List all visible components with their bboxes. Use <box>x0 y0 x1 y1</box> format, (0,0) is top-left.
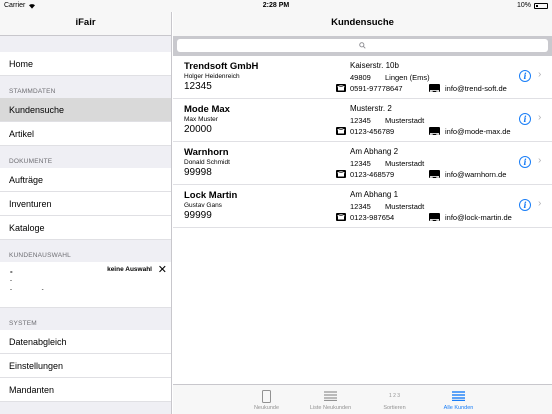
menu-item-inventuren[interactable]: Inventuren <box>0 192 171 216</box>
customer-contact: Max Muster <box>184 116 218 123</box>
customer-zip: 12345 <box>350 159 371 168</box>
customer-number: 99998 <box>184 167 212 178</box>
customer-row[interactable]: Trendsoft GmbH Holger Heidenreich 12345 Kai… <box>173 56 552 99</box>
customer-contact: Holger Heidenreich <box>184 73 240 80</box>
customer-street: Musterstr. 2 <box>350 104 392 113</box>
customer-row[interactable]: Lock Martin Gustav Gans 99999 Am Abhang 1 12… <box>173 185 552 228</box>
list-icon <box>323 389 339 403</box>
document-icon <box>259 389 275 403</box>
chevron-right-icon[interactable]: › <box>538 155 541 166</box>
menu-item-artikel[interactable]: Artikel <box>0 122 171 146</box>
customer-email[interactable]: info@mode-max.de <box>445 127 511 136</box>
no-selection-label: keine Auswahl <box>107 266 152 273</box>
menu-item-kataloge[interactable]: Kataloge <box>0 216 171 240</box>
menu-item-einstellungen[interactable]: Einstellungen <box>0 354 171 378</box>
menu-item-datenabgleich[interactable]: Datenabgleich <box>0 330 171 354</box>
phone-icon <box>336 170 346 178</box>
master-title: iFair <box>0 12 171 36</box>
tab-bar: Neukunde Liste Neukunden 1 2 3 Sortieren… <box>173 384 552 414</box>
battery-percent: 10% <box>516 2 531 9</box>
tab-label: Alle Kunden <box>443 405 474 411</box>
menu-item-auftraege[interactable]: Aufträge <box>0 168 171 192</box>
master-pane: iFair Home STAMMDATEN Kundensuche Artike… <box>0 12 172 414</box>
customer-email[interactable]: info@warnhorn.de <box>445 170 506 179</box>
customer-row[interactable]: Warnhorn Donald Schmidt 99998 Am Abhang 2 12… <box>173 142 552 185</box>
phone-icon <box>336 213 346 221</box>
tab-liste-neukunden[interactable]: Liste Neukunden <box>299 385 363 414</box>
status-bar: Carrier 2:28 PM 10% <box>0 0 552 12</box>
tab-label: Sortieren <box>383 405 406 411</box>
customer-name: Warnhorn <box>184 147 229 158</box>
customer-zip: 12345 <box>350 202 371 211</box>
customer-phone[interactable]: 0123-456789 <box>350 127 394 136</box>
mail-icon <box>429 213 440 225</box>
mail-icon <box>429 170 440 182</box>
search-icon <box>359 42 366 49</box>
clock: 2:28 PM <box>262 2 290 9</box>
selected-customer-address: - - <box>10 287 58 293</box>
info-icon[interactable]: i <box>519 113 531 125</box>
tab-label: Neukunde <box>253 405 280 411</box>
tab-neukunde[interactable]: Neukunde <box>235 385 299 414</box>
list-icon <box>451 389 467 403</box>
search-bar <box>173 36 552 56</box>
section-kundenauswahl: KUNDENAUSWAHL <box>9 252 71 259</box>
customer-name: Lock Martin <box>184 190 238 201</box>
battery-icon <box>534 2 548 9</box>
tab-label: Liste Neukunden <box>309 405 352 411</box>
phone-icon <box>336 127 346 135</box>
detail-pane: Kundensuche Trendsoft GmbH Holger Heidenr… <box>173 12 552 414</box>
chevron-right-icon[interactable]: › <box>538 69 541 80</box>
chevron-right-icon[interactable]: › <box>538 112 541 123</box>
customer-list: Trendsoft GmbH Holger Heidenreich 12345 Kai… <box>173 56 552 228</box>
selected-customer-detail: - <box>10 278 12 284</box>
customer-city: Musterstadt <box>385 159 425 168</box>
section-system: SYSTEM <box>9 320 37 327</box>
menu-item-mandanten[interactable]: Mandanten <box>0 378 171 402</box>
customer-city: Musterstadt <box>385 116 425 125</box>
menu-item-kundensuche[interactable]: Kundensuche <box>0 98 171 122</box>
customer-email[interactable]: info@lock-martin.de <box>445 213 512 222</box>
customer-street: Am Abhang 1 <box>350 190 399 199</box>
section-dokumente: DOKUMENTE <box>9 158 53 165</box>
customer-name: Trendsoft GmbH <box>184 61 259 72</box>
customer-zip: 49809 <box>350 73 371 82</box>
mail-icon <box>429 127 440 139</box>
customer-number: 20000 <box>184 124 212 135</box>
customer-email[interactable]: info@trend-soft.de <box>445 84 507 93</box>
customer-row[interactable]: Mode Max Max Muster 20000 Musterstr. 2 12345… <box>173 99 552 142</box>
mail-icon <box>429 84 440 96</box>
customer-contact: Donald Schmidt <box>184 159 230 166</box>
customer-selection-box[interactable]: - keine Auswahl ✕ - - - <box>0 262 171 308</box>
customer-phone[interactable]: 0591-97778647 <box>350 84 403 93</box>
sort-icon: 1 2 3 <box>388 393 401 399</box>
info-icon[interactable]: i <box>519 156 531 168</box>
customer-street: Kaiserstr. 10b <box>350 61 399 70</box>
tab-alle-kunden[interactable]: Alle Kunden <box>427 385 491 414</box>
info-icon[interactable]: i <box>519 199 531 211</box>
customer-phone[interactable]: 0123-987654 <box>350 213 394 222</box>
section-stammdaten: STAMMDATEN <box>9 88 56 95</box>
phone-icon <box>336 84 346 92</box>
customer-city: Musterstadt <box>385 202 425 211</box>
detail-title: Kundensuche <box>173 12 552 36</box>
search-input[interactable] <box>177 39 548 52</box>
tab-sortieren[interactable]: 1 2 3 Sortieren <box>363 385 427 414</box>
selected-customer-name: - <box>10 267 13 276</box>
clear-selection-icon[interactable]: ✕ <box>158 265 167 276</box>
customer-number: 12345 <box>184 81 212 92</box>
customer-contact: Gustav Gans <box>184 202 222 209</box>
menu-item-home[interactable]: Home <box>0 52 171 76</box>
customer-street: Am Abhang 2 <box>350 147 399 156</box>
customer-phone[interactable]: 0123-468579 <box>350 170 394 179</box>
customer-number: 99999 <box>184 210 212 221</box>
customer-name: Mode Max <box>184 104 230 115</box>
customer-city: Lingen (Ems) <box>385 73 430 82</box>
info-icon[interactable]: i <box>519 70 531 82</box>
customer-zip: 12345 <box>350 116 371 125</box>
chevron-right-icon[interactable]: › <box>538 198 541 209</box>
